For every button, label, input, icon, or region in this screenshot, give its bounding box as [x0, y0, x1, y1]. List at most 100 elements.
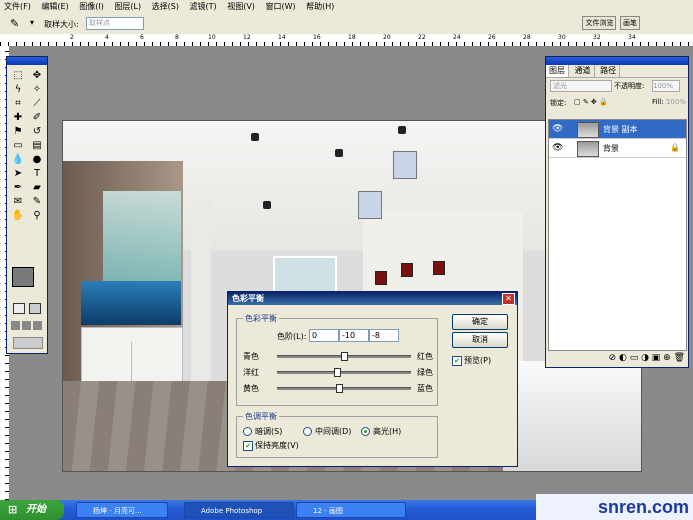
- midtones-radio[interactable]: [303, 427, 312, 436]
- menu-file[interactable]: 文件(F): [0, 0, 35, 14]
- layer-row[interactable]: 👁 背景 副本: [549, 120, 686, 139]
- taskbar-item-label: 12 - 画图: [313, 507, 343, 515]
- tone-balance-group: 色调平衡 暗调(S) 中间调(D) 高光(H) ✔ 保持亮度(V): [236, 411, 438, 458]
- menu-edit[interactable]: 编辑(E): [37, 0, 72, 14]
- menu-select[interactable]: 选择(S): [148, 0, 183, 14]
- ok-button[interactable]: 确定: [452, 314, 508, 330]
- level-input-yellow-blue[interactable]: -8: [369, 329, 399, 342]
- highlights-label[interactable]: 高光(H): [373, 426, 401, 437]
- group-title: 色彩平衡: [243, 313, 279, 324]
- layer-row[interactable]: 👁 背景 🔒: [549, 139, 686, 158]
- toolbox: ⬚ ✥ ϟ ✧ ⌗ ⟋ ✚ ✐ ⚑ ↺ ▭ ▤ 💧 ● ➤ T ✒ ▰ ✉ ✎ …: [6, 56, 48, 354]
- blend-mode-select[interactable]: 滤光: [550, 80, 612, 92]
- preview-label[interactable]: 预览(P): [464, 355, 491, 366]
- slice-tool-icon[interactable]: ⟋: [29, 97, 45, 110]
- foreground-color-swatch[interactable]: [12, 267, 34, 287]
- dialog-titlebar[interactable]: 色彩平衡 ✕: [228, 292, 517, 305]
- crop-tool-icon[interactable]: ⌗: [10, 97, 26, 110]
- opacity-input[interactable]: 100%: [652, 80, 680, 92]
- slider-thumb[interactable]: [341, 352, 348, 361]
- slider-thumb[interactable]: [335, 384, 343, 393]
- menu-help[interactable]: 帮助(H): [302, 0, 338, 14]
- sample-size-select[interactable]: 取样点: [86, 17, 144, 30]
- levels-label: 色阶(L):: [277, 332, 307, 341]
- move-tool-icon[interactable]: ✥: [29, 69, 45, 82]
- quickmask-mode-icon[interactable]: [29, 303, 41, 314]
- menu-image[interactable]: 图像(I): [75, 0, 108, 14]
- lasso-tool-icon[interactable]: ϟ: [10, 83, 26, 96]
- toolbox-titlebar[interactable]: [7, 57, 47, 65]
- sample-size-label: 取样大小:: [44, 20, 79, 29]
- magic-wand-icon[interactable]: ✧: [29, 83, 45, 96]
- white-table: [503, 361, 641, 471]
- shadows-radio[interactable]: [243, 427, 252, 436]
- eyedropper-tool-icon[interactable]: ✎: [29, 195, 45, 208]
- blur-tool-icon[interactable]: 💧: [10, 153, 26, 166]
- layers-palette-titlebar[interactable]: [546, 57, 688, 65]
- taskbar-item-label: 杨坤 - 月亮可...: [93, 507, 142, 515]
- jump-to-imageready-icon[interactable]: [13, 337, 43, 349]
- close-icon[interactable]: ✕: [502, 293, 515, 305]
- taskbar-item-paint[interactable]: 12 - 画图: [296, 502, 406, 518]
- shadows-label[interactable]: 暗调(S): [255, 426, 282, 437]
- path-select-icon[interactable]: ➤: [10, 167, 26, 180]
- ruler-number: 2: [70, 34, 74, 41]
- eye-icon[interactable]: 👁: [552, 124, 563, 134]
- level-input-magenta-green[interactable]: -10: [339, 329, 369, 342]
- wall-art: [401, 263, 413, 277]
- menu-window[interactable]: 窗口(W): [261, 0, 299, 14]
- clone-stamp-icon[interactable]: ⚑: [10, 125, 26, 138]
- gradient-tool-icon[interactable]: ▤: [29, 139, 45, 152]
- cancel-button[interactable]: 取消: [452, 332, 508, 348]
- notes-tool-icon[interactable]: ✉: [10, 195, 26, 208]
- healing-brush-icon[interactable]: ✚: [10, 111, 26, 124]
- eraser-tool-icon[interactable]: ▭: [10, 139, 26, 152]
- taskbar-item-photoshop[interactable]: Adobe Photoshop: [184, 502, 294, 518]
- type-tool-icon[interactable]: T: [29, 167, 45, 180]
- lock-icons[interactable]: ▢ ✎ ✥ 🔒: [574, 98, 608, 106]
- file-browser-tab[interactable]: 文件浏览: [582, 16, 617, 30]
- taskbar-item-music[interactable]: 杨坤 - 月亮可...: [76, 502, 168, 518]
- horizontal-ruler: 2 4 6 8 10 12 14 16 18 20 22 24 26 28 30…: [0, 34, 693, 47]
- preserve-luminosity-label[interactable]: 保持亮度(V): [255, 440, 299, 451]
- standard-mode-icon[interactable]: [13, 303, 25, 314]
- menu-view[interactable]: 视图(V): [223, 0, 259, 14]
- shape-tool-icon[interactable]: ▰: [29, 181, 45, 194]
- brushes-tab[interactable]: 画笔: [620, 16, 640, 30]
- color-balance-group: 色彩平衡 色阶(L): 0 -10 -8 青色 红色 洋红 绿色 黄色 蓝色: [236, 313, 438, 406]
- preserve-luminosity-checkbox[interactable]: ✔: [243, 441, 253, 451]
- tab-layers[interactable]: 图层: [546, 65, 569, 77]
- menu-filter[interactable]: 滤镜(T): [186, 0, 221, 14]
- slider-left-label: 洋红: [243, 368, 259, 377]
- level-input-cyan-red[interactable]: 0: [309, 329, 339, 342]
- lock-label: 锁定:: [550, 99, 567, 107]
- slider-right-label: 红色: [417, 352, 433, 361]
- marquee-tool-icon[interactable]: ⬚: [10, 69, 26, 82]
- pen-tool-icon[interactable]: ✒: [10, 181, 26, 194]
- tool-preset-arrow-icon[interactable]: ▾: [30, 18, 34, 27]
- eyedropper-icon[interactable]: ✎: [10, 17, 19, 30]
- dialog-title: 色彩平衡: [232, 294, 264, 303]
- fill-input[interactable]: 100%: [666, 98, 686, 106]
- highlights-radio[interactable]: [361, 427, 370, 436]
- taskbar-item-label: Adobe Photoshop: [201, 507, 263, 515]
- history-brush-icon[interactable]: ↺: [29, 125, 45, 138]
- zoom-tool-icon[interactable]: ⚲: [29, 209, 45, 222]
- slider-thumb[interactable]: [334, 368, 342, 377]
- dodge-tool-icon[interactable]: ●: [29, 153, 45, 166]
- menu-layer[interactable]: 图层(L): [110, 0, 145, 14]
- tab-channels[interactable]: 通道: [572, 65, 595, 77]
- midtones-label[interactable]: 中间调(D): [315, 426, 351, 437]
- layers-bottom-icons[interactable]: ⊘ ◐ ▭ ◑ ▣ ⊕ 🗑: [548, 353, 685, 365]
- start-button[interactable]: ⊞ 开始: [0, 500, 64, 520]
- brush-tool-icon[interactable]: ✐: [29, 111, 45, 124]
- screen-mode-icons[interactable]: [11, 321, 43, 330]
- ruler-number: 14: [278, 34, 286, 41]
- slider-track[interactable]: [277, 387, 411, 390]
- ceiling-spotlight: [251, 133, 259, 141]
- eye-icon[interactable]: 👁: [552, 143, 563, 153]
- slider-track[interactable]: [277, 371, 411, 374]
- tab-paths[interactable]: 路径: [597, 65, 621, 77]
- preview-checkbox[interactable]: ✔: [452, 356, 462, 366]
- hand-tool-icon[interactable]: ✋: [10, 209, 26, 222]
